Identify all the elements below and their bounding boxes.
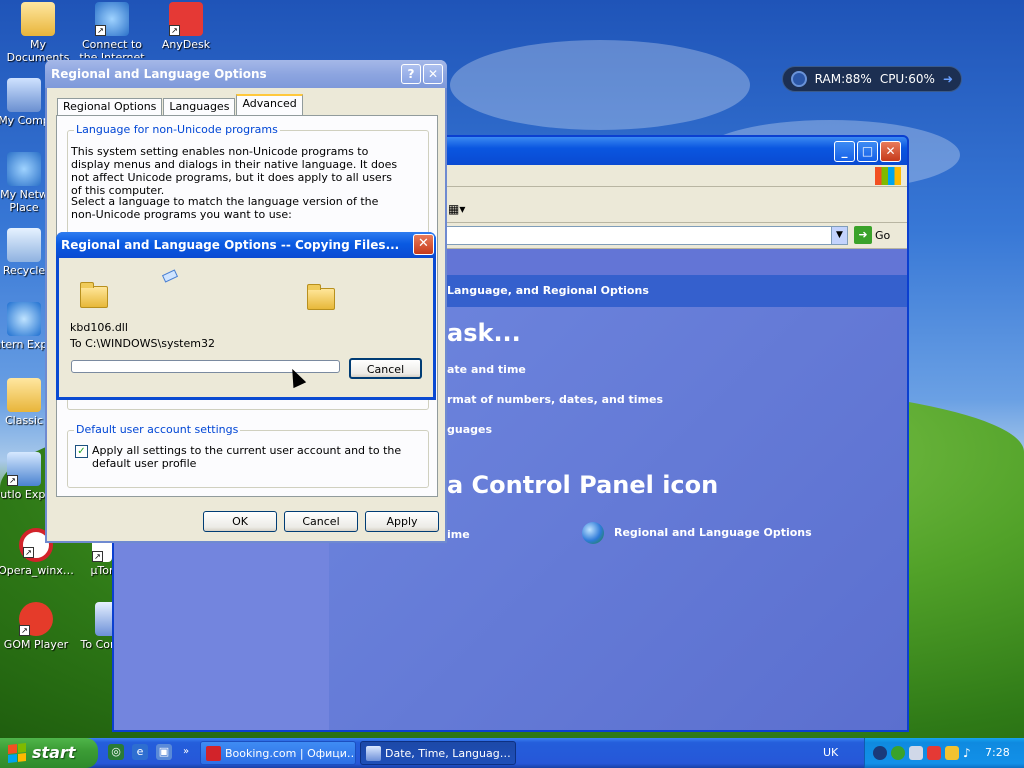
dialog-title: Regional and Language Options -- Copying… [61,238,400,252]
taskbar-task-booking[interactable]: Booking.com | Офици… [200,741,356,765]
apply-all-label: Apply all settings to the current user a… [92,444,402,470]
start-label: start [32,743,76,762]
go-label: Go [875,228,891,242]
desktop-icon-connect-internet[interactable]: ↗ Connect to the Internet [74,2,150,58]
select-language-prompt: Select a language to match the language … [71,195,379,221]
cp-icon-regional-language[interactable]: Regional and Language Options [582,522,812,544]
clock[interactable]: 7:28 [985,746,1010,759]
wallpaper-cloud [450,40,750,130]
globe-icon: ↗ [95,2,129,36]
group-title: Language for non-Unicode programs [74,123,280,136]
taskbar-task-control-panel[interactable]: Date, Time, Languag… [360,741,516,765]
cp-icon-label: Regional and Language Options [614,526,812,539]
windows-flag-icon [8,743,26,763]
regional-dialog-titlebar[interactable]: Regional and Language Options ? ✕ [45,60,447,88]
anydesk-icon: ↗ [169,2,203,36]
tab-regional-options[interactable]: Regional Options [57,98,163,116]
views-icon[interactable]: ▦▾ [448,202,465,216]
copy-destination: To C:\WINDOWS\system32 [70,337,215,350]
apply-button[interactable]: Apply [365,511,439,532]
ram-usage: RAM:88% [814,72,872,86]
dialog-title: Regional and Language Options [51,67,267,81]
quicklaunch-media-icon[interactable]: ▣ [156,744,172,760]
cp-icon-date-time[interactable]: ime [447,528,470,541]
volume-icon[interactable]: ♪ [963,746,977,760]
quicklaunch-more-icon[interactable]: » [178,744,194,760]
expand-arrow-icon[interactable]: ➜ [943,72,953,86]
minimize-button[interactable]: _ [834,141,855,162]
copy-file-name: kbd106.dll [70,321,128,334]
address-dropdown-icon[interactable]: ▼ [831,227,847,244]
start-button[interactable]: start [0,738,98,768]
close-button[interactable]: ✕ [413,234,434,255]
help-button[interactable]: ? [401,64,421,84]
task-label: Booking.com | Офици… [225,747,356,760]
go-arrow-icon: ➜ [854,226,872,244]
copy-cancel-button[interactable]: Cancel [349,358,422,379]
quicklaunch-ie-icon[interactable]: e [132,744,148,760]
maximize-button[interactable]: □ [857,141,878,162]
close-button[interactable]: ✕ [880,141,901,162]
desktop-icon-anydesk[interactable]: ↗ AnyDesk [148,2,224,51]
recycle-bin-icon [7,228,41,262]
copying-dialog-titlebar[interactable]: Regional and Language Options -- Copying… [56,232,436,258]
gom-player-icon: ↗ [19,602,53,636]
windows-logo-icon [875,167,901,185]
taskbar: start ◎ e ▣ » Booking.com | Офици… Date,… [0,738,1024,768]
destination-folder-icon [307,284,335,310]
control-panel-icon [366,746,381,761]
anydesk-tray-icon[interactable] [927,746,941,760]
system-tray: ♪ 7:28 [864,738,1024,768]
task-link-number-format[interactable]: rmat of numbers, dates, and times [447,393,663,406]
utorrent-tray-icon[interactable] [891,746,905,760]
performance-widget[interactable]: RAM:88% CPU:60% ➜ [782,66,962,92]
tab-advanced[interactable]: Advanced [236,94,303,116]
language-indicator[interactable]: UK [823,746,838,759]
desktop-icon-gom-player[interactable]: ↗ GOM Player [0,602,74,651]
globe-icon [582,522,604,544]
go-button[interactable]: ➜ Go [854,226,890,244]
apply-all-checkbox[interactable]: ✓ [75,445,88,458]
task-link-date-time[interactable]: ate and time [447,363,526,376]
desktop-icon-my-documents[interactable]: My Documents [0,2,76,64]
quicklaunch-browser-icon[interactable]: ◎ [108,744,124,760]
computer-icon [7,78,41,112]
ok-button[interactable]: OK [203,511,277,532]
flying-document-icon [161,269,179,283]
source-folder-icon [80,282,108,308]
network-icon [7,152,41,186]
default-user-group: Default user account settings ✓ Apply al… [67,423,429,488]
tab-strip: Regional Options Languages Advanced [57,94,304,116]
pick-icon-heading: a Control Panel icon [447,471,719,499]
tab-languages[interactable]: Languages [163,98,236,116]
group-title: Default user account settings [74,423,241,436]
tray-network-icon[interactable] [909,746,923,760]
internet-explorer-icon [7,302,41,336]
desktop-icon-label: GOM Player [3,638,69,651]
pick-task-heading: ask... [447,319,521,347]
task-label: Date, Time, Languag… [385,747,511,760]
safely-remove-icon[interactable] [945,746,959,760]
tray-app-icon[interactable] [873,746,887,760]
outlook-express-icon: ↗ [7,452,41,486]
close-button[interactable]: ✕ [423,64,443,84]
task-link-languages[interactable]: guages [447,423,492,436]
cpu-usage: CPU:60% [879,72,935,86]
performance-icon [791,71,807,87]
desktop-icon-label: Opera_winx… [0,564,74,577]
cancel-button[interactable]: Cancel [284,511,358,532]
folder-icon [7,378,41,412]
desktop-icon-label: AnyDesk [161,38,211,51]
opera-icon [206,746,221,761]
copying-files-dialog[interactable]: Regional and Language Options -- Copying… [56,232,436,400]
desktop-icon-label: Connect to the Internet [79,38,145,58]
folder-icon [21,2,55,36]
non-unicode-description: This system setting enables non-Unicode … [71,145,398,197]
